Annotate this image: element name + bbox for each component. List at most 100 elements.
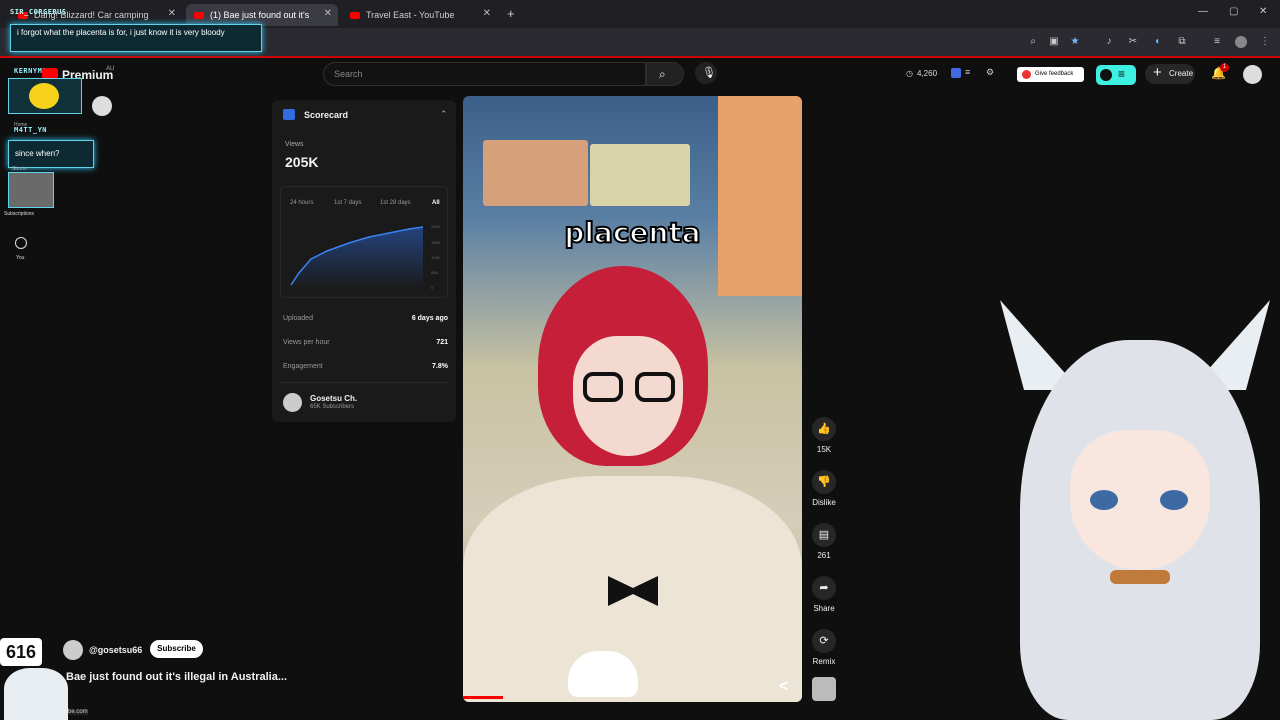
video-title[interactable]: Bae just found out it's illegal in Austr… xyxy=(66,671,287,683)
minimize-button[interactable]: — xyxy=(1198,6,1208,17)
more-vert-icon[interactable]: ⋮ xyxy=(1259,36,1271,48)
new-tab-button[interactable]: + xyxy=(507,6,515,21)
views-label: Views xyxy=(285,141,304,148)
extension-icon[interactable] xyxy=(951,68,961,78)
give-feedback-button[interactable]: Give feedback xyxy=(1017,67,1084,82)
glasses-right xyxy=(635,372,675,402)
vtuber-avatar-overlay xyxy=(1000,280,1280,720)
background-box xyxy=(483,140,588,206)
tab-24-hours[interactable]: 24 hours xyxy=(290,200,313,206)
chart-area xyxy=(291,227,423,289)
share-icon: ➦ xyxy=(812,576,836,600)
remix-button[interactable]: ⟳ Remix xyxy=(812,629,836,666)
you-profile-icon[interactable] xyxy=(15,237,27,249)
cat-plush xyxy=(568,651,638,697)
tab-first-28-days[interactable]: 1st 28 days xyxy=(380,200,411,206)
channel-avatar[interactable] xyxy=(63,640,83,660)
progress-bar[interactable] xyxy=(463,696,503,699)
back-chevron-icon[interactable]: < xyxy=(779,678,788,696)
close-window-button[interactable]: ✕ xyxy=(1259,6,1267,17)
like-button[interactable]: 👍 15K xyxy=(812,417,836,454)
counter-box: 616 xyxy=(0,638,42,666)
extension-icon[interactable]: ◖ xyxy=(1151,36,1163,48)
tab-first-7-days[interactable]: 1st 7 days xyxy=(334,200,361,206)
tab-all[interactable]: All xyxy=(432,200,440,206)
scroll-down-arrow-icon[interactable]: ↓ xyxy=(1243,424,1249,436)
youtube-favicon-icon xyxy=(350,11,360,19)
search-button[interactable]: ⌕ xyxy=(646,62,684,86)
views-per-hour-row: Views per hour 721 xyxy=(283,339,448,346)
y-tick: 0 xyxy=(431,285,434,290)
sidebar-item-you[interactable]: You xyxy=(16,255,24,261)
premium-menu-button[interactable]: ≡ xyxy=(1096,65,1136,85)
youtube-favicon-icon xyxy=(194,11,204,19)
eye-left xyxy=(1090,490,1118,510)
background-wall xyxy=(718,96,802,296)
close-tab-icon[interactable]: ✕ xyxy=(168,8,176,19)
y-tick: 110K xyxy=(431,255,441,260)
puzzle-icon[interactable]: ⧉ xyxy=(1176,36,1188,48)
tab-bae-video[interactable]: (1) Bae just found out it's ill ✕ xyxy=(186,4,338,26)
chat-username: SIR_CORGERUS xyxy=(10,8,67,16)
voice-search-button[interactable]: 🎙 xyxy=(695,62,717,84)
engagement-row: Engagement 7.8% xyxy=(283,363,448,370)
close-tab-icon[interactable]: ✕ xyxy=(483,8,491,19)
account-avatar[interactable] xyxy=(1243,65,1262,84)
y-tick: 220K xyxy=(431,224,441,229)
bookmark-star-icon[interactable]: ★ xyxy=(1069,36,1081,48)
scorecard-title: Scorecard xyxy=(304,110,349,120)
chat-message: since when? xyxy=(8,140,94,168)
settings-icon[interactable]: ⚙ xyxy=(986,67,994,78)
close-tab-icon[interactable]: ✕ xyxy=(324,8,332,19)
audio-icon[interactable]: ♪ xyxy=(1103,36,1115,48)
scorecard-panel: Scorecard ⌃ Views 205K 24 hours 1st 7 da… xyxy=(272,100,456,422)
dislike-button[interactable]: 👎 Dislike xyxy=(810,470,838,507)
view-counter: 4,260 xyxy=(917,69,938,78)
channel-handle[interactable]: @gosetsu66 xyxy=(89,645,142,655)
background-box xyxy=(590,144,690,206)
scorecard-logo-icon xyxy=(283,109,295,120)
comment-icon: ▤ xyxy=(812,523,836,547)
notification-badge: 1 xyxy=(1220,63,1229,72)
views-value: 205K xyxy=(285,154,319,170)
thumbs-down-icon: 👎 xyxy=(812,470,836,494)
share-button[interactable]: ➦ Share xyxy=(812,576,836,613)
create-button[interactable]: + Create xyxy=(1145,64,1195,84)
list-icon[interactable]: ≡ xyxy=(965,67,970,77)
maximize-button[interactable]: ▢ xyxy=(1229,6,1238,17)
y-tick: 55K xyxy=(431,270,439,275)
extension-icon[interactable]: ✂ xyxy=(1127,36,1139,48)
sound-thumbnail[interactable] xyxy=(812,677,836,701)
tab-travel-east[interactable]: Travel East - YouTube ✕ xyxy=(342,4,497,26)
chat-username: M4TT_YN xyxy=(14,126,48,134)
mic-icon: 🎙 xyxy=(702,67,716,79)
comments-button[interactable]: ▤ 261 xyxy=(812,523,836,560)
sidebar-item-subscriptions[interactable]: Subscriptions xyxy=(4,211,34,217)
subscribe-button[interactable]: Subscribe xyxy=(150,640,203,658)
thumbs-up-icon: 👍 xyxy=(812,417,836,441)
screenshot-icon[interactable]: ▣ xyxy=(1048,36,1060,48)
menu-list-icon[interactable]: ≡ xyxy=(1211,36,1223,48)
uploaded-row: Uploaded 6 days ago xyxy=(283,315,448,322)
chat-emote-box xyxy=(8,78,82,114)
remix-icon: ⟳ xyxy=(812,629,836,653)
menu-icon: ≡ xyxy=(1118,67,1126,81)
shorts-video-player[interactable]: placenta < xyxy=(463,96,802,702)
channel-avatar[interactable] xyxy=(283,393,302,412)
search-input[interactable]: Search xyxy=(323,62,646,86)
views-growth-chart xyxy=(290,226,424,289)
profile-avatar-icon[interactable] xyxy=(1235,36,1247,48)
premium-icon xyxy=(1100,69,1112,81)
chat-message: i forgot what the placenta is for, i jus… xyxy=(10,24,262,52)
counter-value: 616 xyxy=(6,642,37,662)
emote-face-icon xyxy=(29,83,59,109)
channel-name[interactable]: Gosetsu Ch. xyxy=(310,394,357,403)
url-fragment: be.com xyxy=(68,709,88,715)
chibi-avatar xyxy=(4,668,68,720)
chat-webcam-thumb xyxy=(8,172,54,208)
zoom-icon[interactable]: ⌕ xyxy=(1027,36,1039,48)
video-caption: placenta xyxy=(563,215,701,250)
collapse-chevron-icon[interactable]: ⌃ xyxy=(440,109,448,120)
search-icon: ⌕ xyxy=(659,67,666,81)
glasses-left xyxy=(583,372,623,402)
